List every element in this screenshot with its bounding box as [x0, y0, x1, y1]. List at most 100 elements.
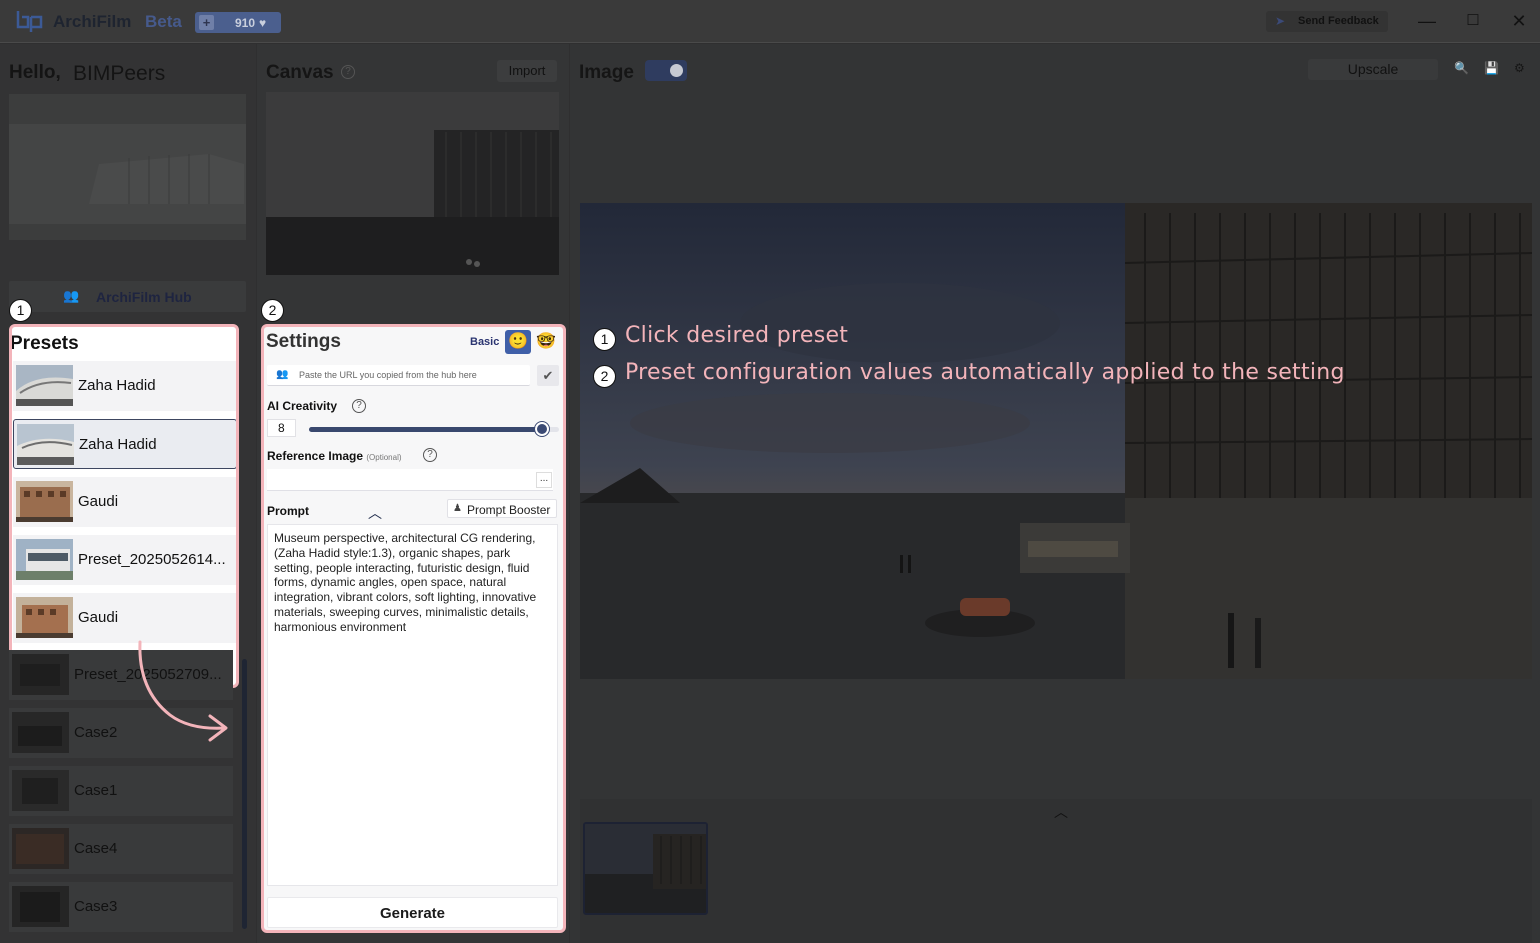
archifilm-hub-button[interactable]: 👥 ArchiFilm Hub: [9, 281, 246, 312]
preset-name: Zaha Hadid: [78, 377, 156, 394]
preset-item[interactable]: Gaudi: [13, 477, 236, 527]
preset-name: Zaha Hadid: [79, 436, 157, 453]
annotation-badge-2: 2: [593, 365, 616, 388]
prompt-label: Prompt: [267, 504, 309, 518]
maximize-icon[interactable]: ☐: [1460, 8, 1486, 34]
ai-creativity-value[interactable]: 8: [267, 419, 296, 437]
preset-item[interactable]: Preset_2025052614...: [13, 535, 236, 585]
chevron-up-icon[interactable]: ︿: [1054, 802, 1068, 822]
close-icon[interactable]: ✕: [1506, 8, 1532, 34]
preset-thumbnail: [16, 539, 73, 580]
history-thumbnail[interactable]: [583, 822, 708, 915]
preset-thumbnail: [16, 365, 73, 406]
person-icon: ♟: [453, 503, 462, 514]
generate-button[interactable]: Generate: [267, 897, 558, 928]
preset-name: Gaudi: [78, 609, 119, 626]
reference-image-input[interactable]: [267, 469, 553, 491]
hub-url-placeholder: Paste the URL you copied from the hub he…: [299, 370, 477, 380]
canvas-title: Canvas: [266, 62, 334, 83]
preset-name: Case1: [74, 782, 118, 799]
archifilm-logo-icon: [16, 11, 43, 32]
prompt-textarea[interactable]: Museum perspective, architectural CG ren…: [267, 524, 558, 886]
slider-handle[interactable]: [533, 421, 550, 437]
optional-tag: (Optional): [366, 453, 402, 462]
save-icon[interactable]: 💾: [1484, 61, 1499, 75]
preset-item[interactable]: Case3: [9, 882, 233, 932]
canvas-preview-image: [266, 92, 559, 275]
reference-image-label: Reference Image (Optional): [267, 449, 402, 463]
greeting: Hello,: [9, 62, 61, 83]
search-icon[interactable]: 🔍: [1454, 61, 1469, 75]
help-icon[interactable]: ?: [341, 65, 355, 79]
mode-label: Basic: [470, 336, 500, 348]
help-icon[interactable]: ?: [423, 448, 437, 462]
username: BIMPeers: [73, 62, 166, 85]
import-button[interactable]: Import: [497, 60, 557, 82]
app-badge: Beta: [145, 12, 182, 31]
presets-panel: Presets Zaha Hadid Zaha Hadid Gaudi Pres…: [9, 324, 239, 688]
archifilm-hub-label: ArchiFilm Hub: [96, 289, 192, 305]
settings-panel: Settings Basic 🙂 🤓 👥 Paste the URL you c…: [261, 324, 566, 933]
preset-thumbnail: [16, 481, 73, 522]
preset-item[interactable]: Case1: [9, 766, 233, 816]
check-icon[interactable]: ✔: [537, 365, 559, 386]
preset-item[interactable]: Zaha Hadid: [13, 361, 236, 411]
middle-panel: Canvas ? Import Settings Basic 🙂 🤓 👥 Pas…: [257, 44, 569, 943]
preset-name: Preset_2025052614...: [78, 551, 226, 568]
add-credits-icon[interactable]: +: [199, 15, 214, 30]
basic-mode-avatar-icon[interactable]: 🙂: [505, 330, 531, 354]
annotation-badge-1: 1: [593, 328, 616, 351]
preset-item[interactable]: Gaudi: [13, 593, 236, 643]
credits-badge[interactable]: + 910 ♥: [195, 12, 281, 33]
send-feedback-button[interactable]: ➤ Send Feedback: [1266, 11, 1388, 32]
chevron-up-icon[interactable]: ︿: [368, 503, 382, 523]
image-history-strip: ︿: [580, 799, 1532, 943]
users-icon: 👥: [63, 288, 80, 303]
browse-button[interactable]: ...: [536, 472, 552, 488]
image-panel: Image Upscale 🔍 💾 ⚙ ︿: [570, 44, 1540, 943]
toggle-knob: [670, 64, 683, 77]
preset-thumbnail: [12, 712, 69, 753]
ai-creativity-slider[interactable]: [309, 421, 559, 437]
preset-thumbnail: [12, 886, 69, 927]
prompt-booster-label: Prompt Booster: [467, 503, 551, 517]
preset-name: Case3: [74, 898, 118, 915]
paper-plane-icon: ➤: [1275, 14, 1286, 28]
heart-icon: ♥: [259, 16, 267, 30]
preset-thumbnail: [12, 770, 69, 811]
ai-creativity-label: AI Creativity: [267, 399, 338, 413]
annotation-arrow: [138, 640, 228, 742]
left-sidebar: Hello, BIMPeers 👥 ArchiFilm Hub Presets …: [0, 44, 256, 943]
profile-banner-image: [9, 94, 246, 240]
preset-thumbnail: [17, 424, 74, 465]
credits-count: 910: [235, 16, 256, 30]
preset-thumbnail: [12, 654, 69, 695]
presets-title: Presets: [10, 333, 79, 354]
preset-name: Gaudi: [78, 493, 119, 510]
preset-item-selected[interactable]: Zaha Hadid: [13, 419, 236, 469]
annotation-step-1: Click desired preset: [625, 323, 849, 348]
prompt-booster-button[interactable]: ♟ Prompt Booster: [447, 499, 557, 518]
preset-thumbnail: [16, 597, 73, 638]
title-bar: ArchiFilm Beta + 910 ♥ ➤ Send Feedback —…: [0, 0, 1540, 43]
advanced-mode-avatar-icon[interactable]: 🤓: [533, 330, 559, 354]
sliders-icon[interactable]: ⚙: [1514, 61, 1525, 75]
hub-url-input[interactable]: 👥 Paste the URL you copied from the hub …: [267, 365, 530, 386]
upscale-button[interactable]: Upscale: [1308, 59, 1438, 80]
preset-scrollbar[interactable]: [242, 659, 247, 929]
preset-thumbnail: [12, 828, 69, 869]
image-toggle[interactable]: [645, 60, 687, 81]
preset-name: Case4: [74, 840, 118, 857]
preset-name: Case2: [74, 724, 118, 741]
slider-fill: [309, 427, 542, 432]
annotation-badge-1: 1: [9, 299, 32, 322]
reference-image-text: Reference Image: [267, 449, 364, 463]
send-feedback-label: Send Feedback: [1298, 15, 1379, 27]
annotation-badge-2: 2: [261, 299, 284, 322]
generated-image: [580, 203, 1532, 679]
preset-item[interactable]: Case4: [9, 824, 233, 874]
image-title: Image: [579, 62, 634, 83]
users-icon: 👥: [276, 369, 289, 380]
help-icon[interactable]: ?: [352, 399, 366, 413]
minimize-icon[interactable]: —: [1414, 8, 1440, 34]
